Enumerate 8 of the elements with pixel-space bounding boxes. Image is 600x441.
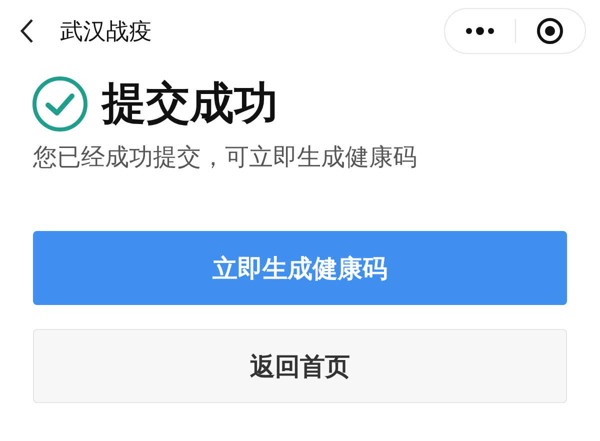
result-title: 提交成功 (102, 77, 278, 131)
target-icon (536, 17, 564, 45)
home-button[interactable]: 返回首页 (33, 329, 567, 403)
page-title: 武汉战疫 (60, 18, 153, 46)
result-message: 您已经成功提交，可立即生成健康码 (33, 142, 418, 173)
back-icon (20, 18, 34, 44)
more-icon (464, 27, 495, 35)
success-check-icon (32, 76, 88, 132)
